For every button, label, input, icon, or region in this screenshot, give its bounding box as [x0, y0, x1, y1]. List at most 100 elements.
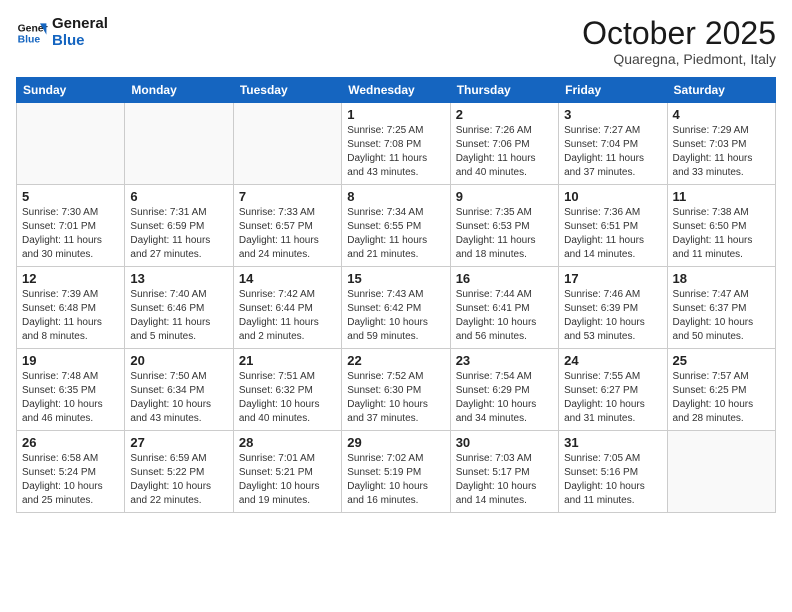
day-info: Sunrise: 7:39 AM Sunset: 6:48 PM Dayligh…	[22, 288, 119, 344]
day-info: Sunrise: 7:36 AM Sunset: 6:51 PM Dayligh…	[564, 206, 661, 262]
day-number: 27	[130, 435, 227, 450]
day-info: Sunrise: 7:57 AM Sunset: 6:25 PM Dayligh…	[673, 370, 770, 426]
day-info: Sunrise: 7:27 AM Sunset: 7:04 PM Dayligh…	[564, 124, 661, 180]
weekday-header-friday: Friday	[559, 78, 667, 103]
day-number: 13	[130, 271, 227, 286]
day-info: Sunrise: 6:59 AM Sunset: 5:22 PM Dayligh…	[130, 452, 227, 508]
calendar-cell: 18 Sunrise: 7:47 AM Sunset: 6:37 PM Dayli…	[667, 267, 775, 349]
day-info: Sunrise: 7:01 AM Sunset: 5:21 PM Dayligh…	[239, 452, 336, 508]
calendar-week-4: 19 Sunrise: 7:48 AM Sunset: 6:35 PM Dayli…	[17, 349, 776, 431]
day-info: Sunrise: 7:46 AM Sunset: 6:39 PM Dayligh…	[564, 288, 661, 344]
day-number: 22	[347, 353, 444, 368]
day-number: 19	[22, 353, 119, 368]
day-info: Sunrise: 7:43 AM Sunset: 6:42 PM Dayligh…	[347, 288, 444, 344]
day-number: 28	[239, 435, 336, 450]
calendar-cell: 6 Sunrise: 7:31 AM Sunset: 6:59 PM Daylig…	[125, 185, 233, 267]
day-number: 16	[456, 271, 553, 286]
day-number: 9	[456, 189, 553, 204]
calendar-header-row: SundayMondayTuesdayWednesdayThursdayFrid…	[17, 78, 776, 103]
calendar-cell: 7 Sunrise: 7:33 AM Sunset: 6:57 PM Daylig…	[233, 185, 341, 267]
calendar-cell: 28 Sunrise: 7:01 AM Sunset: 5:21 PM Dayli…	[233, 431, 341, 513]
logo-general: General	[52, 16, 108, 33]
calendar-cell: 4 Sunrise: 7:29 AM Sunset: 7:03 PM Daylig…	[667, 103, 775, 185]
logo: General Blue General Blue	[16, 16, 108, 49]
day-info: Sunrise: 7:34 AM Sunset: 6:55 PM Dayligh…	[347, 206, 444, 262]
calendar-cell: 14 Sunrise: 7:42 AM Sunset: 6:44 PM Dayli…	[233, 267, 341, 349]
calendar-cell: 9 Sunrise: 7:35 AM Sunset: 6:53 PM Daylig…	[450, 185, 558, 267]
day-number: 4	[673, 107, 770, 122]
day-number: 23	[456, 353, 553, 368]
calendar-cell	[667, 431, 775, 513]
svg-text:Blue: Blue	[18, 34, 41, 45]
day-info: Sunrise: 7:31 AM Sunset: 6:59 PM Dayligh…	[130, 206, 227, 262]
day-info: Sunrise: 7:02 AM Sunset: 5:19 PM Dayligh…	[347, 452, 444, 508]
day-number: 15	[347, 271, 444, 286]
calendar-cell: 13 Sunrise: 7:40 AM Sunset: 6:46 PM Dayli…	[125, 267, 233, 349]
day-number: 18	[673, 271, 770, 286]
day-number: 24	[564, 353, 661, 368]
calendar-cell: 31Sunrise: 7:05 AM Sunset: 5:16 PM Dayli…	[559, 431, 667, 513]
calendar-cell	[233, 103, 341, 185]
calendar-cell: 3 Sunrise: 7:27 AM Sunset: 7:04 PM Daylig…	[559, 103, 667, 185]
day-info: Sunrise: 7:42 AM Sunset: 6:44 PM Dayligh…	[239, 288, 336, 344]
logo-blue: Blue	[52, 33, 108, 50]
calendar-cell: 29 Sunrise: 7:02 AM Sunset: 5:19 PM Dayli…	[342, 431, 450, 513]
day-info: Sunrise: 7:50 AM Sunset: 6:34 PM Dayligh…	[130, 370, 227, 426]
calendar-cell: 15 Sunrise: 7:43 AM Sunset: 6:42 PM Dayli…	[342, 267, 450, 349]
calendar-cell: 22Sunrise: 7:52 AM Sunset: 6:30 PM Dayli…	[342, 349, 450, 431]
day-number: 7	[239, 189, 336, 204]
day-info: Sunrise: 7:35 AM Sunset: 6:53 PM Dayligh…	[456, 206, 553, 262]
day-info: Sunrise: 7:48 AM Sunset: 6:35 PM Dayligh…	[22, 370, 119, 426]
day-number: 14	[239, 271, 336, 286]
calendar-cell: 24Sunrise: 7:55 AM Sunset: 6:27 PM Dayli…	[559, 349, 667, 431]
weekday-header-thursday: Thursday	[450, 78, 558, 103]
day-number: 29	[347, 435, 444, 450]
day-number: 17	[564, 271, 661, 286]
location-subtitle: Quaregna, Piedmont, Italy	[582, 51, 776, 67]
calendar-cell: 11Sunrise: 7:38 AM Sunset: 6:50 PM Dayli…	[667, 185, 775, 267]
weekday-header-sunday: Sunday	[17, 78, 125, 103]
day-number: 6	[130, 189, 227, 204]
day-number: 30	[456, 435, 553, 450]
day-number: 3	[564, 107, 661, 122]
day-info: Sunrise: 7:40 AM Sunset: 6:46 PM Dayligh…	[130, 288, 227, 344]
logo-icon: General Blue	[16, 17, 48, 49]
day-info: Sunrise: 7:05 AM Sunset: 5:16 PM Dayligh…	[564, 452, 661, 508]
day-info: Sunrise: 6:58 AM Sunset: 5:24 PM Dayligh…	[22, 452, 119, 508]
day-number: 21	[239, 353, 336, 368]
page-header: General Blue General Blue October 2025 Q…	[16, 16, 776, 67]
calendar-table: SundayMondayTuesdayWednesdayThursdayFrid…	[16, 77, 776, 513]
day-info: Sunrise: 7:47 AM Sunset: 6:37 PM Dayligh…	[673, 288, 770, 344]
day-number: 25	[673, 353, 770, 368]
day-number: 5	[22, 189, 119, 204]
month-title: October 2025	[582, 16, 776, 51]
calendar-cell: 10 Sunrise: 7:36 AM Sunset: 6:51 PM Dayli…	[559, 185, 667, 267]
day-info: Sunrise: 7:25 AM Sunset: 7:08 PM Dayligh…	[347, 124, 444, 180]
calendar-week-1: 1Sunrise: 7:25 AM Sunset: 7:08 PM Daylig…	[17, 103, 776, 185]
calendar-cell: 12 Sunrise: 7:39 AM Sunset: 6:48 PM Dayli…	[17, 267, 125, 349]
calendar-cell: 5 Sunrise: 7:30 AM Sunset: 7:01 PM Daylig…	[17, 185, 125, 267]
calendar-cell: 8Sunrise: 7:34 AM Sunset: 6:55 PM Daylig…	[342, 185, 450, 267]
calendar-cell	[17, 103, 125, 185]
calendar-cell: 30Sunrise: 7:03 AM Sunset: 5:17 PM Dayli…	[450, 431, 558, 513]
day-number: 2	[456, 107, 553, 122]
calendar-cell: 27 Sunrise: 6:59 AM Sunset: 5:22 PM Dayli…	[125, 431, 233, 513]
calendar-cell: 21Sunrise: 7:51 AM Sunset: 6:32 PM Dayli…	[233, 349, 341, 431]
weekday-header-wednesday: Wednesday	[342, 78, 450, 103]
day-info: Sunrise: 7:33 AM Sunset: 6:57 PM Dayligh…	[239, 206, 336, 262]
day-info: Sunrise: 7:38 AM Sunset: 6:50 PM Dayligh…	[673, 206, 770, 262]
calendar-cell: 25 Sunrise: 7:57 AM Sunset: 6:25 PM Dayli…	[667, 349, 775, 431]
title-block: October 2025 Quaregna, Piedmont, Italy	[582, 16, 776, 67]
day-info: Sunrise: 7:26 AM Sunset: 7:06 PM Dayligh…	[456, 124, 553, 180]
day-info: Sunrise: 7:30 AM Sunset: 7:01 PM Dayligh…	[22, 206, 119, 262]
day-number: 12	[22, 271, 119, 286]
weekday-header-saturday: Saturday	[667, 78, 775, 103]
calendar-cell	[125, 103, 233, 185]
day-info: Sunrise: 7:29 AM Sunset: 7:03 PM Dayligh…	[673, 124, 770, 180]
calendar-week-5: 26Sunrise: 6:58 AM Sunset: 5:24 PM Dayli…	[17, 431, 776, 513]
calendar-week-2: 5 Sunrise: 7:30 AM Sunset: 7:01 PM Daylig…	[17, 185, 776, 267]
day-number: 20	[130, 353, 227, 368]
day-number: 10	[564, 189, 661, 204]
calendar-cell: 2 Sunrise: 7:26 AM Sunset: 7:06 PM Daylig…	[450, 103, 558, 185]
calendar-week-3: 12 Sunrise: 7:39 AM Sunset: 6:48 PM Dayli…	[17, 267, 776, 349]
